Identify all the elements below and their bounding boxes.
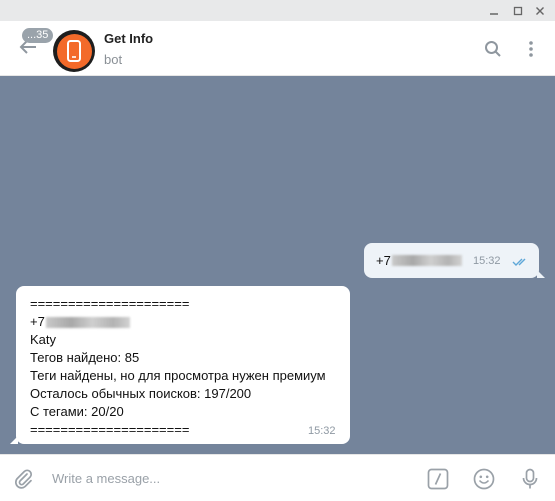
maximize-button[interactable] bbox=[508, 2, 528, 19]
avatar[interactable] bbox=[53, 30, 95, 72]
message-input[interactable] bbox=[52, 468, 382, 488]
phone-line: +7 bbox=[30, 313, 326, 331]
attach-icon bbox=[14, 469, 33, 489]
incoming-message[interactable]: ===================== +7 Katy Тегов найд… bbox=[10, 286, 350, 444]
premium-note-line: Теги найдены, но для просмотра нужен пре… bbox=[30, 368, 326, 383]
more-button[interactable] bbox=[520, 38, 542, 60]
chat-subtitle: bot bbox=[104, 52, 123, 67]
tags-found-line: Тегов найдено: 85 bbox=[30, 350, 140, 365]
phone-icon bbox=[67, 40, 81, 62]
unread-badge: ...35 bbox=[22, 28, 54, 43]
emoji-button[interactable] bbox=[472, 467, 496, 491]
separator-line: ===================== bbox=[30, 422, 190, 437]
with-tags-line: С тегами: 20/20 bbox=[30, 404, 124, 419]
redacted-phone bbox=[391, 255, 462, 266]
more-vertical-icon bbox=[529, 41, 533, 57]
voice-record-button[interactable] bbox=[518, 467, 542, 491]
close-button[interactable] bbox=[530, 2, 550, 19]
search-icon bbox=[485, 41, 501, 57]
redacted-phone bbox=[45, 316, 130, 328]
double-check-icon bbox=[512, 258, 526, 266]
message-time: 15:32 bbox=[308, 425, 336, 437]
minimize-button[interactable] bbox=[484, 2, 504, 19]
outgoing-message-text: +7 bbox=[376, 253, 462, 268]
bot-command-button[interactable] bbox=[426, 467, 450, 491]
search-button[interactable] bbox=[482, 38, 504, 60]
chat-history[interactable]: +7 15:32 ===================== +7 Katy Т… bbox=[0, 76, 555, 454]
searches-left-line: Осталось обычных поисков: 197/200 bbox=[30, 386, 252, 401]
window-titlebar bbox=[0, 0, 555, 21]
chat-header: ...35 Get Info bot bbox=[0, 21, 555, 76]
emoji-icon bbox=[473, 468, 495, 490]
chat-title[interactable]: Get Info bbox=[104, 31, 153, 46]
bot-command-icon bbox=[427, 468, 449, 490]
message-time: 15:32 bbox=[473, 255, 501, 267]
name-line: Katy bbox=[30, 332, 57, 347]
separator-line: ===================== bbox=[30, 296, 190, 311]
microphone-icon bbox=[522, 468, 538, 489]
outgoing-message[interactable]: +7 15:32 bbox=[364, 243, 545, 278]
message-composer bbox=[0, 454, 555, 501]
attach-button[interactable] bbox=[11, 467, 35, 491]
